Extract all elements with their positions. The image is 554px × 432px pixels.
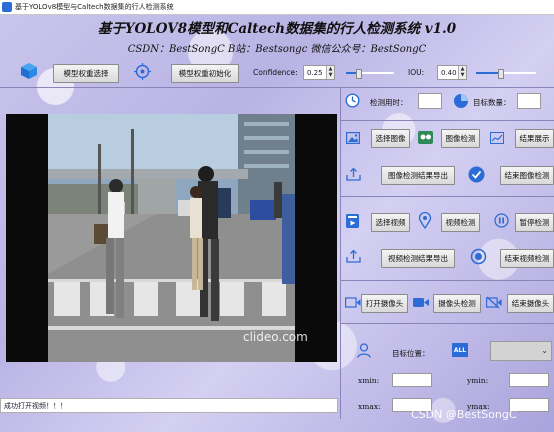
export-video-result-button[interactable]: 视频检测结果导出 xyxy=(381,249,455,268)
status-bar: 成功打开视频！！！ xyxy=(0,398,338,413)
model-init-button[interactable]: 模型权重初始化 xyxy=(171,64,239,83)
app-icon xyxy=(2,2,12,12)
count-label: 目标数量： xyxy=(473,98,511,107)
image-icon xyxy=(346,132,360,144)
count-value xyxy=(517,93,541,109)
end-image-detect-button[interactable]: 结束图像检测 xyxy=(500,166,554,185)
iou-spinbox[interactable]: 0.40 ▲ ▼ xyxy=(437,65,467,80)
confidence-spin-arrows[interactable]: ▲ ▼ xyxy=(326,66,334,79)
video-watermark: clideo.com xyxy=(243,330,308,344)
divider xyxy=(0,87,554,88)
video-file-icon xyxy=(346,214,359,228)
export-icon xyxy=(346,249,361,263)
iou-label: IOU: xyxy=(408,68,425,77)
user-icon xyxy=(357,343,371,358)
iou-slider[interactable] xyxy=(476,69,536,79)
slider-handle[interactable] xyxy=(356,69,362,79)
divider xyxy=(340,120,554,121)
export-icon xyxy=(346,167,361,181)
detect-image-button[interactable]: 图像检测 xyxy=(441,129,480,148)
street-scene-frame xyxy=(48,114,295,362)
open-camera-button[interactable]: 打开摄像头 xyxy=(361,294,408,313)
divider xyxy=(340,87,341,419)
divider xyxy=(340,196,554,197)
ymin-value xyxy=(509,373,549,387)
confidence-spinbox[interactable]: 0.25 ▲ ▼ xyxy=(303,65,335,80)
all-badge-text: ALL xyxy=(453,346,467,354)
all-badge-icon: ALL xyxy=(452,343,468,357)
stop-circle-icon xyxy=(470,248,487,265)
cube-icon xyxy=(21,63,37,79)
xmax-label: xmax: xyxy=(358,402,381,411)
detect-video-button[interactable]: 视频检测 xyxy=(441,213,480,232)
confidence-value: 0.25 xyxy=(307,68,323,77)
confidence-label: Confidence: xyxy=(253,68,298,77)
pause-detect-button[interactable]: 暂停检测 xyxy=(515,213,554,232)
target-select-dropdown[interactable]: ⌄ xyxy=(490,341,552,361)
chart-icon xyxy=(490,132,504,144)
csdn-watermark: CSDN @BestSongC xyxy=(411,408,517,421)
app-title: 基于YOLOV8模型和Caltech数据集的行人检测系统 v1.0 xyxy=(97,21,457,37)
iou-spin-arrows[interactable]: ▲ ▼ xyxy=(458,66,466,79)
xmin-label: xmin: xyxy=(358,376,380,385)
select-image-button[interactable]: 选择图像 xyxy=(371,129,410,148)
location-pin-icon xyxy=(418,212,432,229)
status-text: 成功打开视频！！！ xyxy=(4,401,67,410)
check-circle-icon xyxy=(468,166,485,183)
divider xyxy=(340,323,554,324)
position-label: 目标位置： xyxy=(392,349,430,358)
window-title: 基于YOLOv8模型与Caltech数据集的行人检测系统 xyxy=(15,3,174,11)
model-select-button[interactable]: 模型权重选择 xyxy=(53,64,119,83)
window-titlebar: 基于YOLOv8模型与Caltech数据集的行人检测系统 xyxy=(0,0,554,15)
confidence-slider[interactable] xyxy=(346,69,394,79)
xmin-value xyxy=(392,373,432,387)
export-image-result-button[interactable]: 图像检测结果导出 xyxy=(381,166,455,185)
end-camera-button[interactable]: 结束摄像头 xyxy=(507,294,554,313)
end-video-detect-button[interactable]: 结束视频检测 xyxy=(500,249,554,268)
pause-icon xyxy=(494,213,509,228)
time-value xyxy=(418,93,442,109)
pie-chart-icon xyxy=(454,94,468,108)
camera-off-icon xyxy=(486,296,502,309)
time-label: 检测用时： xyxy=(370,98,408,107)
camera-frame-icon xyxy=(345,297,361,308)
target-icon xyxy=(134,63,151,80)
iou-value: 0.40 xyxy=(441,68,457,77)
divider xyxy=(340,280,554,281)
app-subtitle: CSDN：BestSongC B站：Bestsongc 微信公众号：BestSo… xyxy=(127,44,427,55)
clock-icon xyxy=(345,93,360,108)
camera-detect-button[interactable]: 摄像头检测 xyxy=(433,294,481,313)
select-video-button[interactable]: 选择视频 xyxy=(371,213,410,232)
video-display: clideo.com xyxy=(6,114,337,362)
ymin-label: ymin: xyxy=(467,376,489,385)
video-camera-icon xyxy=(413,298,429,307)
show-result-button[interactable]: 结果展示 xyxy=(515,129,554,148)
chevron-down-icon[interactable]: ⌄ xyxy=(541,346,548,355)
slider-handle[interactable] xyxy=(498,69,504,79)
slider-fill xyxy=(476,72,500,74)
image-detect-icon xyxy=(418,131,433,144)
